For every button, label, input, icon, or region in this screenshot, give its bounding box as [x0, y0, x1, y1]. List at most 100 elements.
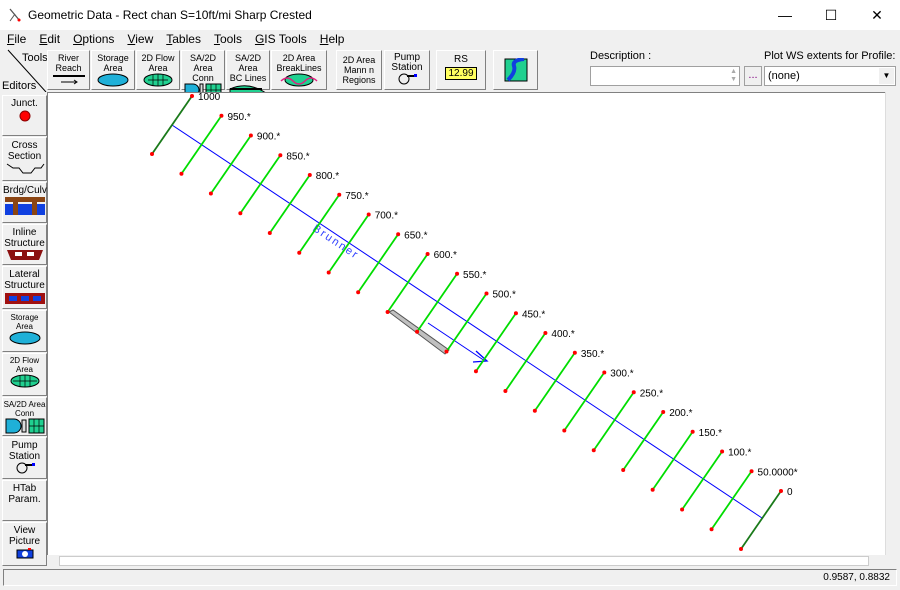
editor-junct-button[interactable]: Junct.	[2, 95, 47, 136]
bank-point[interactable]	[307, 173, 312, 177]
editor-sa-2d-area-conn-button[interactable]: SA/2D Area Conn	[2, 397, 47, 436]
bank-point[interactable]	[248, 133, 253, 138]
editor-2d-flow-area-button[interactable]: 2D Flow Area	[2, 353, 47, 396]
sa-2d-conn-tool[interactable]: SA/2D Area Conn	[181, 50, 225, 97]
cross-section-line[interactable]	[710, 470, 753, 530]
editor-storage-area-button[interactable]: Storage Area	[2, 310, 47, 352]
menu-file[interactable]: File	[0, 30, 32, 48]
bank-point[interactable]	[425, 252, 430, 256]
editor-brdg-culv-button[interactable]: Brdg/Culv	[2, 182, 47, 223]
bank-point[interactable]	[661, 410, 666, 414]
cross-section-line[interactable]	[357, 233, 399, 293]
cross-section-line[interactable]	[740, 490, 782, 550]
description-input[interactable]: ▲ ▼	[590, 66, 740, 86]
cross-section-line[interactable]	[416, 273, 458, 333]
cross-section-line[interactable]	[210, 134, 252, 195]
bank-point[interactable]	[602, 370, 607, 375]
editor-htab-param-button[interactable]: HTab Param.	[2, 480, 47, 521]
vertical-scrollbar[interactable]	[885, 92, 898, 555]
bank-point[interactable]	[444, 349, 449, 354]
menu-help[interactable]: Help	[313, 30, 351, 48]
bank-point[interactable]	[208, 191, 213, 196]
bank-point[interactable]	[690, 429, 695, 434]
river-reach-tool[interactable]: River Reach	[47, 50, 90, 90]
bank-point[interactable]	[179, 171, 184, 176]
description-browse-button[interactable]: ...	[744, 66, 762, 86]
minimize-button[interactable]: —	[762, 0, 808, 30]
menu-options[interactable]: Options	[66, 30, 120, 48]
bank-point[interactable]	[473, 369, 478, 374]
bank-point[interactable]	[621, 468, 626, 472]
cross-section-line[interactable]	[269, 174, 311, 234]
chevron-down-icon[interactable]: ▼	[879, 68, 894, 84]
menu-gis-tools[interactable]: GIS Tools	[248, 30, 313, 48]
bank-point[interactable]	[267, 231, 272, 235]
bank-point[interactable]	[543, 331, 548, 335]
bank-point[interactable]	[562, 428, 567, 433]
bank-point[interactable]	[455, 271, 460, 276]
cross-section-line[interactable]	[504, 332, 547, 392]
rs-tool[interactable]: RS 12.99	[436, 50, 486, 90]
bank-point[interactable]	[739, 547, 743, 551]
sa-2d-bc-lines-tool[interactable]: SA/2D Area BC Lines	[226, 50, 270, 97]
cross-section-line[interactable]	[445, 292, 488, 353]
bank-point[interactable]	[650, 487, 655, 492]
editor-lateral-structure-button[interactable]: Lateral Structure	[2, 266, 47, 309]
bank-point[interactable]	[720, 449, 725, 454]
cross-section-line[interactable]	[681, 450, 723, 511]
cross-section-line[interactable]	[622, 411, 664, 471]
bank-point[interactable]	[749, 469, 754, 474]
bank-point[interactable]	[190, 94, 194, 98]
bank-point[interactable]	[513, 311, 518, 316]
cross-section-line[interactable]	[386, 253, 429, 313]
bank-point[interactable]	[415, 329, 420, 334]
bank-point[interactable]	[150, 152, 154, 156]
mann-n-regions-tool[interactable]: 2D Area Mann n Regions	[336, 50, 382, 90]
editor-inline-structure-button[interactable]: Inline Structure	[2, 224, 47, 265]
bank-point[interactable]	[366, 212, 371, 217]
storage-area-tool[interactable]: Storage Area	[91, 50, 135, 90]
editor-cross-section-button[interactable]: Cross Section	[2, 137, 47, 181]
maximize-button[interactable]: ☐	[808, 0, 854, 30]
scroll-thumb[interactable]	[59, 556, 869, 566]
bank-point[interactable]	[356, 290, 361, 295]
editor-pump-station-button[interactable]: Pump Station	[2, 437, 47, 479]
plot-ws-select[interactable]: (none) ▼	[764, 66, 896, 86]
bank-point[interactable]	[709, 527, 714, 532]
bank-point[interactable]	[219, 113, 224, 118]
cross-section-line[interactable]	[239, 154, 282, 214]
bank-point[interactable]	[385, 310, 390, 314]
bank-point[interactable]	[326, 270, 331, 275]
bank-point[interactable]	[591, 448, 596, 453]
bank-point[interactable]	[503, 389, 508, 393]
bank-point[interactable]	[396, 232, 401, 237]
bank-point[interactable]	[680, 507, 685, 512]
menu-view[interactable]: View	[120, 30, 159, 48]
menu-tables[interactable]: Tables	[159, 30, 207, 48]
bank-point[interactable]	[631, 390, 636, 395]
menu-tools[interactable]: Tools	[207, 30, 248, 48]
cross-section-line[interactable]	[151, 95, 193, 155]
pump-station-tool[interactable]: Pump Station	[384, 50, 430, 90]
close-button[interactable]: ✕	[854, 0, 900, 30]
editor-view-picture-button[interactable]: View Picture	[2, 522, 47, 566]
gis-map-tool[interactable]	[493, 50, 538, 90]
cross-section-line[interactable]	[180, 115, 223, 175]
bank-point[interactable]	[572, 350, 577, 355]
bank-point[interactable]	[484, 291, 489, 296]
bank-point[interactable]	[337, 192, 342, 197]
bank-point[interactable]	[779, 489, 783, 493]
cross-section-line[interactable]	[651, 431, 694, 491]
horizontal-scrollbar[interactable]	[47, 555, 885, 567]
bank-point[interactable]	[297, 250, 302, 255]
cross-section-line[interactable]	[563, 371, 606, 432]
cross-section-line[interactable]	[593, 391, 635, 451]
cross-section-line[interactable]	[475, 312, 517, 372]
spin-icon[interactable]: ▲ ▼	[730, 68, 737, 84]
bank-point[interactable]	[278, 153, 283, 158]
bank-point[interactable]	[532, 408, 537, 413]
menu-edit[interactable]: Edit	[32, 30, 66, 48]
2d-breaklines-tool[interactable]: 2D Area BreakLines	[271, 50, 327, 90]
2d-flow-area-tool[interactable]: 2D Flow Area	[136, 50, 180, 90]
bank-point[interactable]	[238, 211, 243, 216]
